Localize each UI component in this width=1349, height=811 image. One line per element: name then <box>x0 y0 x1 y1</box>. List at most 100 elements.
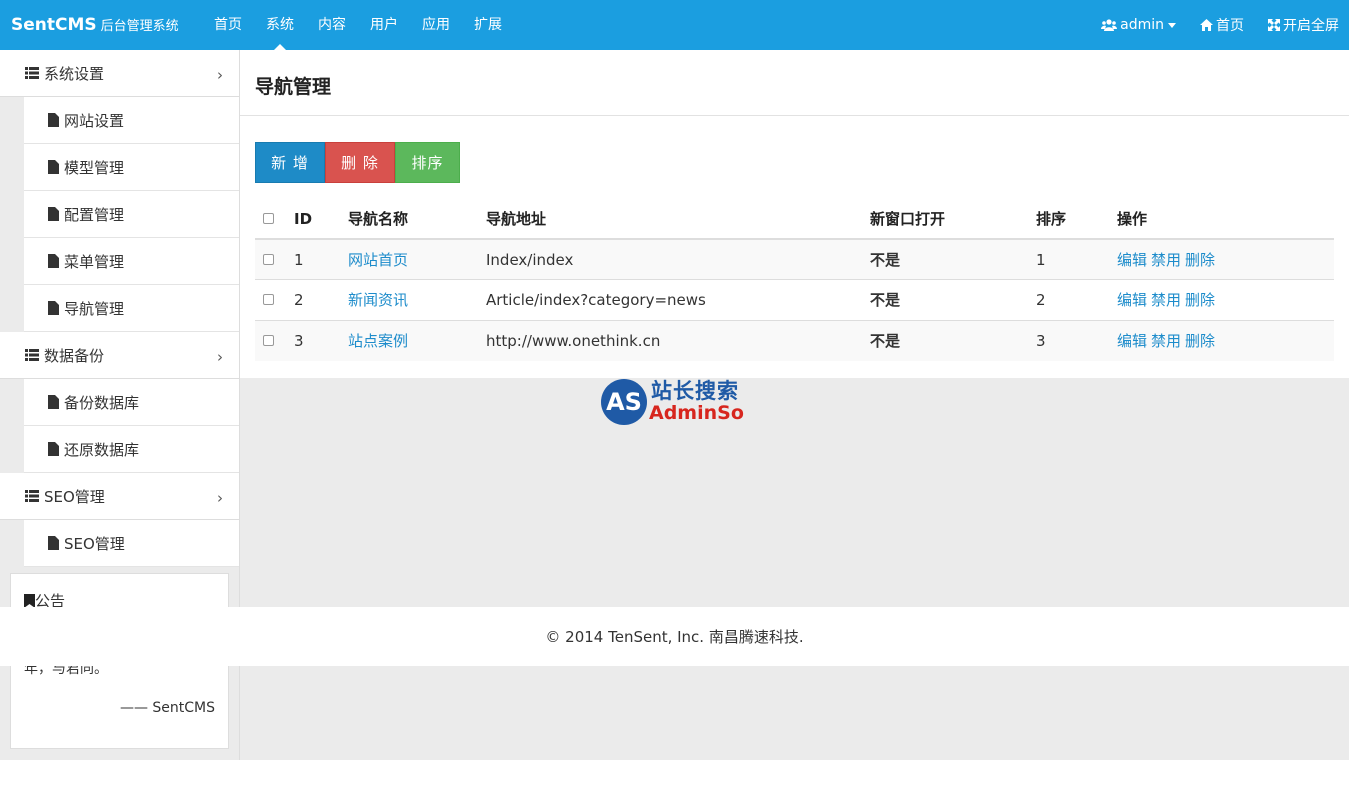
toolbar: 新 增 删 除 排序 <box>255 142 460 183</box>
cell-sort: 1 <box>1036 238 1117 280</box>
edit-link[interactable]: 编辑 <box>1117 332 1147 350</box>
chevron-right-icon: › <box>217 348 223 366</box>
select-all-checkbox[interactable] <box>263 212 274 224</box>
username: admin <box>1120 17 1164 33</box>
disable-link[interactable]: 禁用 <box>1151 251 1181 269</box>
list-icon <box>25 67 39 79</box>
sidebar-group-label: SEO管理 <box>44 487 105 506</box>
file-icon <box>48 536 59 550</box>
nav-name-link[interactable]: 站点案例 <box>348 332 408 350</box>
disable-link[interactable]: 禁用 <box>1151 291 1181 309</box>
sidebar-group-system-settings[interactable]: 系统设置 › <box>0 50 239 97</box>
sidebar-item-backup-db[interactable]: 备份数据库 <box>24 379 239 426</box>
sidebar-group-data-backup[interactable]: 数据备份 › <box>0 332 239 379</box>
menu-extensions[interactable]: 扩展 <box>462 0 514 50</box>
col-url: 导航地址 <box>486 199 870 240</box>
sidebar-item-model-management[interactable]: 模型管理 <box>24 144 239 191</box>
menu-content[interactable]: 内容 <box>306 0 358 50</box>
watermark-en: AdminSo <box>649 402 744 424</box>
watermark-circle: AS <box>601 379 647 425</box>
file-icon <box>48 301 59 315</box>
edit-link[interactable]: 编辑 <box>1117 291 1147 309</box>
chevron-right-icon: › <box>217 66 223 84</box>
sidebar-item-config-management[interactable]: 配置管理 <box>24 191 239 238</box>
page-header: 导航管理 <box>240 50 1349 116</box>
sidebar-group-label: 系统设置 <box>44 64 105 83</box>
cell-url: http://www.onethink.cn <box>486 319 870 361</box>
row-checkbox[interactable] <box>263 253 274 265</box>
expand-icon <box>1268 19 1280 31</box>
sidebar-item-restore-db[interactable]: 还原数据库 <box>24 426 239 473</box>
col-new-window: 新窗口打开 <box>870 199 1036 240</box>
file-icon <box>48 254 59 268</box>
brand-subtitle: 后台管理系统 <box>100 19 179 34</box>
menu-system[interactable]: 系统 <box>254 0 306 50</box>
fullscreen-label: 开启全屏 <box>1283 18 1339 34</box>
menu-apps[interactable]: 应用 <box>410 0 462 50</box>
list-icon <box>25 349 39 361</box>
cell-sort: 3 <box>1036 319 1117 361</box>
users-icon <box>1101 19 1118 31</box>
watermark-logo: AS 站长搜索 AdminSo <box>599 375 745 429</box>
nav-table: ID 导航名称 导航地址 新窗口打开 排序 操作 1 网站首页 Index/in… <box>255 199 1334 361</box>
main-menu: 首页 系统 内容 用户 应用 扩展 <box>202 0 514 50</box>
cell-id: 1 <box>294 238 348 280</box>
cell-new-window: 不是 <box>870 319 1036 361</box>
table-header-row: ID 导航名称 导航地址 新窗口打开 排序 操作 <box>255 199 1334 240</box>
nav-name-link[interactable]: 新闻资讯 <box>348 291 408 309</box>
nav-name-link[interactable]: 网站首页 <box>348 251 408 269</box>
file-icon <box>48 442 59 456</box>
sidebar-item-menu-management[interactable]: 菜单管理 <box>24 238 239 285</box>
table-row: 2 新闻资讯 Article/index?category=news 不是 2 … <box>255 279 1334 320</box>
sidebar-item-label: 模型管理 <box>64 158 125 177</box>
copyright-text: © 2014 TenSent, Inc. 南昌腾速科技. <box>545 628 804 646</box>
sidebar-group-seo[interactable]: SEO管理 › <box>0 473 239 520</box>
cell-id: 3 <box>294 319 348 361</box>
home-link[interactable]: 首页 <box>1200 15 1244 35</box>
user-menu[interactable]: admin <box>1101 17 1176 33</box>
bottom-area <box>0 760 1349 811</box>
col-sort: 排序 <box>1036 199 1117 240</box>
top-navbar: SentCMS 后台管理系统 首页 系统 内容 用户 应用 扩展 admin 首页… <box>0 0 1349 50</box>
delete-link[interactable]: 删除 <box>1185 332 1215 350</box>
sort-button[interactable]: 排序 <box>395 142 460 183</box>
file-icon <box>48 207 59 221</box>
add-button[interactable]: 新 增 <box>255 142 325 183</box>
home-link-label: 首页 <box>1216 18 1244 34</box>
navbar-right: admin 首页 开启全屏 <box>1077 0 1339 50</box>
file-icon <box>48 160 59 174</box>
sidebar-item-label: 备份数据库 <box>64 393 140 412</box>
sidebar-item-label: 还原数据库 <box>64 440 140 459</box>
delete-link[interactable]: 删除 <box>1185 291 1215 309</box>
cell-new-window: 不是 <box>870 238 1036 280</box>
fullscreen-button[interactable]: 开启全屏 <box>1268 15 1339 35</box>
delete-button[interactable]: 删 除 <box>325 142 395 183</box>
cell-actions: 编辑 禁用 删除 <box>1117 319 1334 361</box>
cell-url: Article/index?category=news <box>486 279 870 320</box>
menu-home[interactable]: 首页 <box>202 0 254 50</box>
row-checkbox[interactable] <box>263 334 274 346</box>
cell-id: 2 <box>294 279 348 320</box>
delete-link[interactable]: 删除 <box>1185 251 1215 269</box>
sidebar-group-label: 数据备份 <box>44 346 105 365</box>
cell-url: Index/index <box>486 238 870 280</box>
content-panel: 新 增 删 除 排序 ID 导航名称 导航地址 新窗口打开 排序 操作 1 网站… <box>240 116 1349 378</box>
sidebar-item-label: 网站设置 <box>64 111 125 130</box>
sidebar-item-site-settings[interactable]: 网站设置 <box>24 97 239 144</box>
brand-name: SentCMS <box>11 15 97 35</box>
disable-link[interactable]: 禁用 <box>1151 332 1181 350</box>
col-id: ID <box>294 199 348 240</box>
row-checkbox[interactable] <box>263 293 274 305</box>
file-icon <box>48 113 59 127</box>
bookmark-icon <box>24 593 35 608</box>
table-row: 1 网站首页 Index/index 不是 1 编辑 禁用 删除 <box>255 238 1334 280</box>
menu-users[interactable]: 用户 <box>358 0 410 50</box>
brand[interactable]: SentCMS 后台管理系统 <box>11 15 179 35</box>
sidebar-item-label: 菜单管理 <box>64 252 125 271</box>
notice-signature: —— SentCMS <box>119 700 215 716</box>
home-icon <box>1200 19 1213 31</box>
sidebar-item-nav-management[interactable]: 导航管理 <box>24 285 239 332</box>
sidebar-item-seo-management[interactable]: SEO管理 <box>24 520 239 567</box>
cell-actions: 编辑 禁用 删除 <box>1117 238 1334 280</box>
edit-link[interactable]: 编辑 <box>1117 251 1147 269</box>
